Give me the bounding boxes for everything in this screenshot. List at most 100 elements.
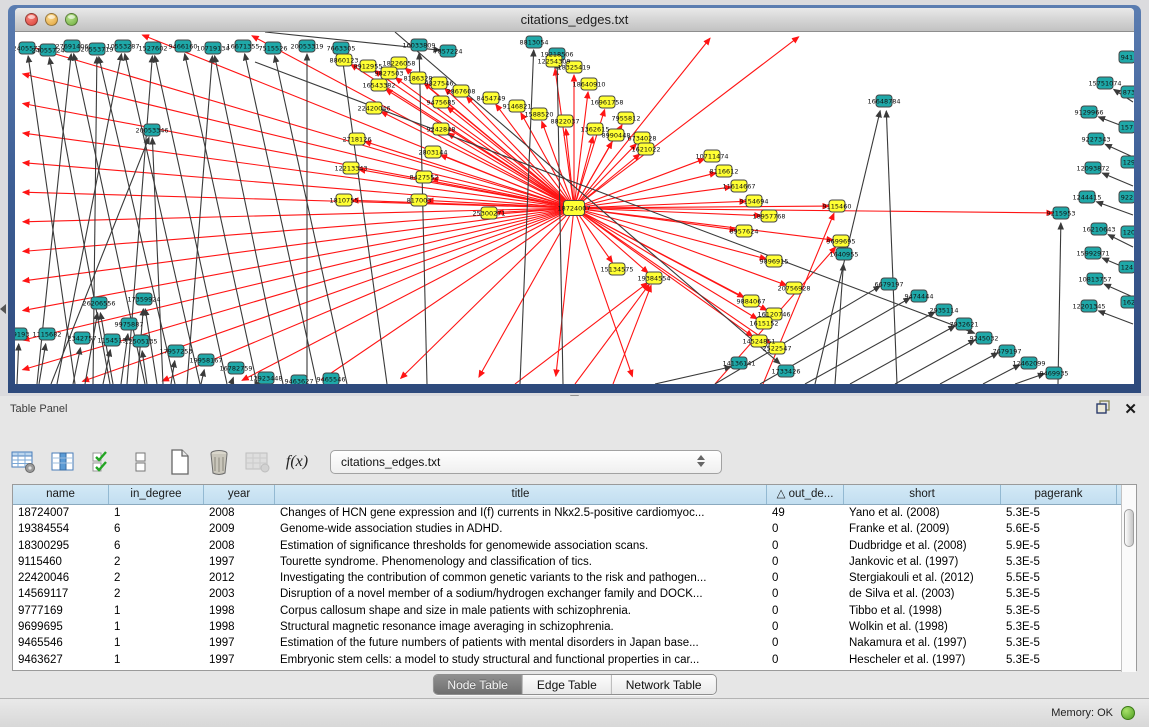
table-cell[interactable]: 9777169 — [13, 603, 109, 619]
table-row[interactable]: 911546021997Tourette syndrome. Phenomeno… — [13, 554, 1136, 570]
column-header-name[interactable]: name — [13, 485, 109, 504]
table-row[interactable]: 1872400712008Changes of HCN gene express… — [13, 505, 1136, 521]
table-cell[interactable]: 5.3E-5 — [1001, 505, 1117, 521]
graph-edge[interactable] — [613, 285, 651, 384]
table-cell[interactable]: 1 — [109, 635, 204, 651]
float-panel-icon[interactable] — [1096, 400, 1110, 419]
table-cell[interactable]: 0 — [767, 603, 844, 619]
import-table-icon[interactable] — [244, 447, 272, 477]
graph-edge[interactable] — [850, 326, 955, 384]
graph-edge[interactable] — [1098, 311, 1133, 324]
graph-edge[interactable] — [1102, 173, 1133, 186]
graph-edge[interactable] — [231, 378, 233, 384]
graph-edge[interactable] — [574, 37, 799, 208]
table-cell[interactable]: 2012 — [204, 570, 275, 586]
table-body[interactable]: 1872400712008Changes of HCN gene express… — [13, 505, 1136, 670]
graph-edge[interactable] — [73, 348, 80, 384]
table-cell[interactable]: 2008 — [204, 538, 275, 554]
table-cell[interactable]: Franke et al. (2009) — [844, 521, 1001, 537]
table-cell[interactable]: 0 — [767, 635, 844, 651]
column-header-short[interactable]: short — [844, 485, 1001, 504]
tab-edge-table[interactable]: Edge Table — [523, 675, 612, 694]
scrollbar-thumb[interactable] — [1124, 509, 1134, 547]
graph-edge[interactable] — [895, 340, 975, 384]
table-row[interactable]: 977716911998Corpus callosum shape and si… — [13, 603, 1136, 619]
table-vertical-scrollbar[interactable] — [1121, 485, 1136, 672]
graph-edge[interactable] — [1104, 284, 1133, 297]
table-cell[interactable]: 2 — [109, 570, 204, 586]
table-settings-icon[interactable] — [10, 447, 38, 477]
tab-network-table[interactable]: Network Table — [612, 675, 716, 694]
function-builder-icon[interactable]: f(x) — [283, 447, 311, 477]
table-cell[interactable]: 1 — [109, 652, 204, 668]
table-cell[interactable]: 0 — [767, 652, 844, 668]
graph-edge[interactable] — [574, 208, 757, 319]
table-row[interactable]: 969969511998Structural magnetic resonanc… — [13, 619, 1136, 635]
graph-edge[interactable] — [201, 370, 204, 384]
table-cell[interactable]: Changes of HCN gene expression and I(f) … — [275, 505, 767, 521]
table-cell[interactable]: 22420046 — [13, 570, 109, 586]
graph-edge[interactable] — [983, 365, 1020, 384]
column-header-title[interactable]: title — [275, 485, 767, 504]
select-columns-icon[interactable] — [88, 447, 116, 477]
table-cell[interactable]: 5.3E-5 — [1001, 586, 1117, 602]
table-cell[interactable]: Estimation of the future numbers of pati… — [275, 635, 767, 651]
graph-edge[interactable] — [574, 92, 588, 208]
table-cell[interactable]: 9463627 — [13, 652, 109, 668]
table-cell[interactable]: Jankovic et al. (1997) — [844, 554, 1001, 570]
table-row[interactable]: 2242004622012Investigating the contribut… — [13, 570, 1136, 586]
table-cell[interactable]: 6 — [109, 521, 204, 537]
table-select-dropdown[interactable]: citations_edges.txt — [330, 450, 722, 474]
table-cell[interactable]: 1997 — [204, 652, 275, 668]
table-row[interactable]: 1938455462009Genome-wide association stu… — [13, 521, 1136, 537]
table-row[interactable]: 946554611997Estimation of the future num… — [13, 635, 1136, 651]
graph-edge[interactable] — [275, 56, 347, 384]
table-cell[interactable]: 1 — [109, 619, 204, 635]
table-cell[interactable]: de Silva et al. (2003) — [844, 586, 1001, 602]
graph-edge[interactable] — [815, 111, 880, 384]
table-cell[interactable]: 1998 — [204, 619, 275, 635]
close-panel-icon[interactable]: ✕ — [1124, 402, 1137, 417]
table-row[interactable]: 1456911722003Disruption of a novel membe… — [13, 586, 1136, 602]
row-height-icon[interactable] — [127, 447, 155, 477]
table-cell[interactable]: Investigating the contribution of common… — [275, 570, 767, 586]
graph-edge[interactable] — [23, 208, 574, 340]
column-edit-icon[interactable] — [49, 447, 77, 477]
graph-edge[interactable] — [23, 44, 574, 208]
table-cell[interactable]: 14569117 — [13, 586, 109, 602]
graph-edge[interactable] — [886, 111, 897, 384]
graph-edge[interactable] — [515, 283, 648, 384]
graph-edge[interactable] — [575, 284, 649, 384]
table-cell[interactable]: Yano et al. (2008) — [844, 505, 1001, 521]
table-cell[interactable]: Stergiakouli et al. (2012) — [844, 570, 1001, 586]
graph-edge[interactable] — [23, 208, 574, 311]
table-cell[interactable]: 1 — [109, 603, 204, 619]
table-cell[interactable]: Hescheler et al. (1997) — [844, 652, 1001, 668]
table-cell[interactable]: 2009 — [204, 521, 275, 537]
table-cell[interactable]: 0 — [767, 538, 844, 554]
column-header-out_de[interactable]: △ out_de... — [767, 485, 844, 504]
table-cell[interactable]: 2 — [109, 586, 204, 602]
table-cell[interactable]: 5.3E-5 — [1001, 554, 1117, 570]
table-cell[interactable]: Corpus callosum shape and size in male p… — [275, 603, 767, 619]
left-panel-collapse-handle[interactable] — [0, 304, 6, 314]
graph-edge[interactable] — [574, 208, 767, 310]
graph-edge[interactable] — [1105, 144, 1133, 157]
graph-edge[interactable] — [215, 56, 283, 384]
table-cell[interactable]: Nakamura et al. (1997) — [844, 635, 1001, 651]
table-cell[interactable]: Wolkin et al. (1998) — [844, 619, 1001, 635]
table-cell[interactable]: 1997 — [204, 635, 275, 651]
table-cell[interactable]: 2 — [109, 554, 204, 570]
table-cell[interactable]: 9115460 — [13, 554, 109, 570]
table-cell[interactable]: 0 — [767, 554, 844, 570]
table-cell[interactable]: 5.3E-5 — [1001, 619, 1117, 635]
new-table-icon[interactable] — [166, 447, 194, 477]
tab-node-table[interactable]: Node Table — [433, 675, 523, 694]
graph-edge[interactable] — [322, 208, 574, 380]
window-titlebar[interactable]: citations_edges.txt — [15, 8, 1134, 32]
table-cell[interactable]: Structural magnetic resonance image aver… — [275, 619, 767, 635]
table-header-row[interactable]: namein_degreeyeartitle△ out_de...shortpa… — [13, 485, 1136, 505]
table-cell[interactable]: Estimation of significance thresholds fo… — [275, 538, 767, 554]
table-cell[interactable]: Genome-wide association studies in ADHD. — [275, 521, 767, 537]
table-row[interactable]: 946362711997Embryonic stem cells: a mode… — [13, 652, 1136, 668]
